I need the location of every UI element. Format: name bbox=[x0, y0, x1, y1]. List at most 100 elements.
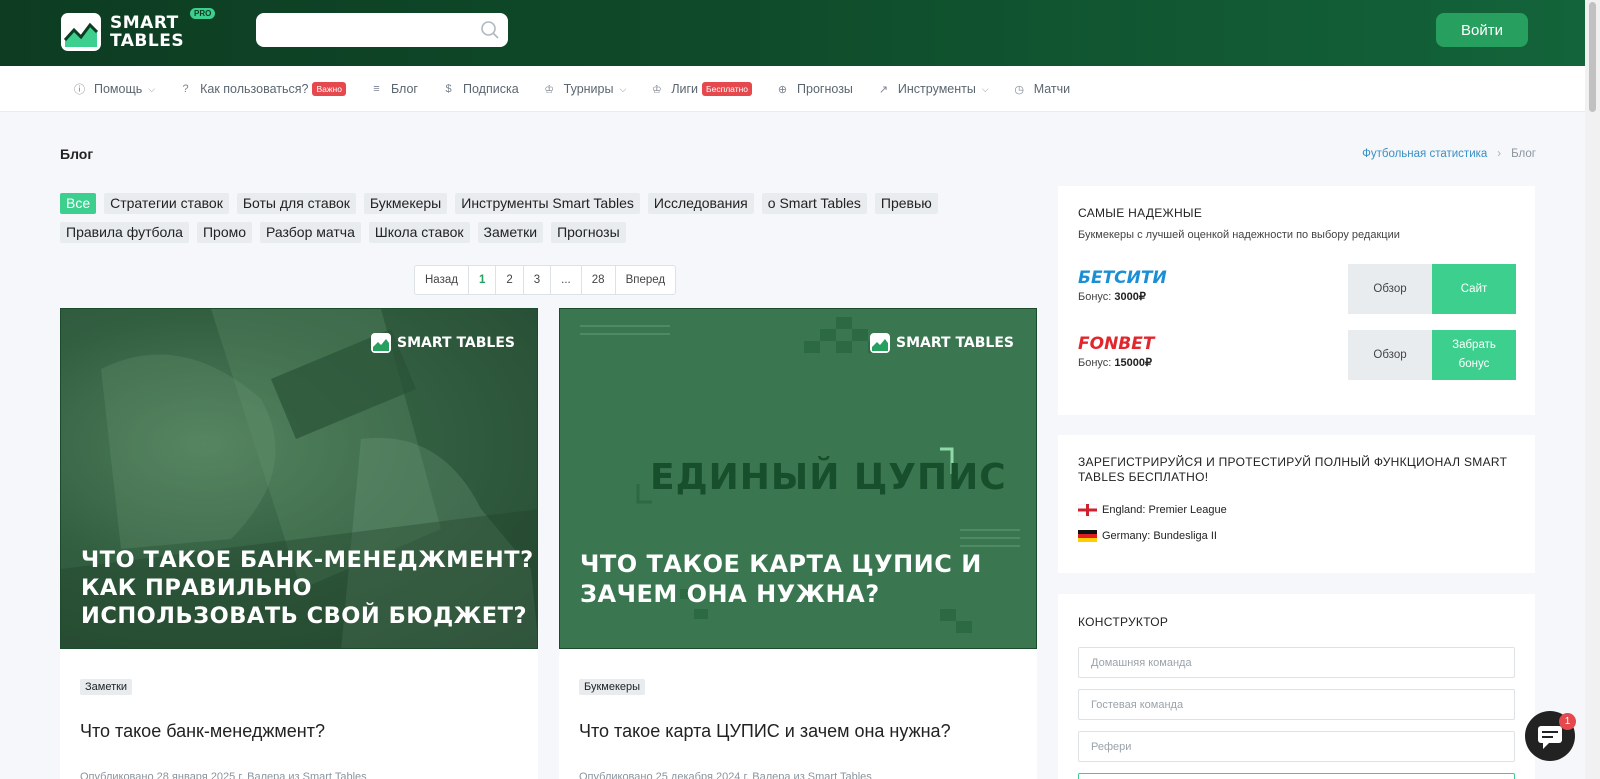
search-input[interactable] bbox=[256, 13, 508, 47]
chart-icon: ↗ bbox=[878, 83, 889, 96]
chevron-down-icon: ⌵ bbox=[148, 83, 156, 94]
nav-list: ⓘ Помощь ⌵? Как пользоваться? Важно ≡ Блог $ Под… bbox=[73, 66, 1094, 112]
site-button[interactable]: Сайт bbox=[1432, 264, 1516, 314]
widget-subtitle: Букмекеры с лучшей оценкой надежности по… bbox=[1078, 229, 1400, 241]
category-filter[interactable]: Заметки bbox=[477, 222, 544, 243]
image-brand: SMART TABLES bbox=[371, 333, 515, 353]
main-nav: ⓘ Помощь ⌵? Как пользоваться? Важно ≡ Блог $ Под… bbox=[0, 66, 1585, 112]
nav-item[interactable]: ≡ Блог bbox=[370, 82, 418, 96]
referee-field[interactable] bbox=[1078, 731, 1515, 762]
nav-item[interactable]: ⓘ Помощь ⌵ bbox=[73, 82, 155, 96]
nav-item[interactable]: ↗ Инструменты ⌵ bbox=[877, 82, 989, 96]
nav-item-label: Инструменты bbox=[897, 82, 976, 96]
list-icon: ≡ bbox=[373, 83, 380, 95]
breadcrumb-home-link[interactable]: Футбольная статистика bbox=[1362, 148, 1487, 160]
scrollbar-thumb[interactable] bbox=[1589, 2, 1596, 112]
logo-line1: SMART bbox=[110, 13, 179, 33]
pagination-page-3[interactable]: 3 bbox=[522, 266, 550, 294]
category-filter[interactable]: Прогнозы bbox=[551, 222, 626, 243]
chevron-down-icon: ⌵ bbox=[619, 83, 627, 94]
top-header: SMART TABLES PRO Войти bbox=[0, 0, 1585, 66]
blog-post-card[interactable]: SMART TABLES Что такое банк-менеджмент? … bbox=[60, 308, 538, 779]
nav-item[interactable]: ⊕ Прогнозы bbox=[776, 82, 853, 96]
nav-item[interactable]: ◷ Матчи bbox=[1013, 82, 1070, 96]
site-logo[interactable]: SMART TABLES PRO bbox=[60, 8, 220, 54]
post-cover-image[interactable]: SMART TABLES Что такое банк-менеджмент? … bbox=[60, 308, 538, 649]
nav-badge: Важно bbox=[312, 82, 346, 96]
betcity-logo[interactable]: БЕТСИТИ bbox=[1078, 268, 1167, 288]
category-filter[interactable]: Разбор матча bbox=[260, 222, 361, 243]
bookmaker-row: БЕТСИТИ Бонус: 3000₽ Обзор Сайт bbox=[1078, 264, 1516, 314]
login-button[interactable]: Войти bbox=[1436, 13, 1528, 47]
nav-item-label: Помощь bbox=[94, 82, 143, 96]
question-icon: ? bbox=[182, 83, 189, 95]
post-title[interactable]: Что такое карта ЦУПИС и зачем она нужна? bbox=[579, 721, 951, 742]
league-item[interactable]: Germany: Bundesliga II bbox=[1078, 530, 1217, 542]
logo-chart-icon bbox=[61, 13, 101, 51]
logo-line2: TABLES bbox=[110, 31, 185, 51]
category-filter[interactable]: Букмекеры bbox=[363, 193, 448, 214]
constructor-widget: КОНСТРУКТОР bbox=[1058, 594, 1535, 779]
widget-title: САМЫЕ НАДЕЖНЫЕ bbox=[1078, 206, 1203, 220]
pagination-prev[interactable]: Назад bbox=[415, 266, 468, 294]
nav-item[interactable]: ♔ Лиги Бесплатно bbox=[650, 82, 753, 96]
category-filters: Все Стратегии ставок Боты для ставок Букмек… bbox=[60, 193, 1020, 243]
nav-item-label: Как пользоваться? bbox=[200, 82, 309, 96]
nav-item-label: Блог bbox=[390, 82, 418, 96]
bookmaker-bonus: Бонус: 15000₽ bbox=[1078, 356, 1152, 369]
nav-item[interactable]: ? Как пользоваться? Важно bbox=[179, 82, 346, 96]
post-meta: Опубликовано 25 декабря 2024 г. Валера и… bbox=[579, 771, 872, 779]
clock-icon: ◷ bbox=[1014, 83, 1024, 96]
post-title[interactable]: Что такое банк-менеджмент? bbox=[80, 721, 325, 742]
image-title: Что такое карта ЦУПИС и зачем она нужна? bbox=[580, 550, 982, 608]
category-filter[interactable]: Все bbox=[60, 193, 97, 214]
chat-notification-badge: 1 bbox=[1559, 713, 1576, 730]
category-filter[interactable]: Боты для ставок bbox=[236, 193, 356, 214]
category-filter[interactable]: Превью bbox=[874, 193, 938, 214]
post-tag[interactable]: Букмекеры bbox=[579, 679, 646, 695]
nav-item[interactable]: ♔ Турниры ⌵ bbox=[543, 82, 627, 96]
league-item[interactable]: England: Premier League bbox=[1078, 504, 1227, 516]
nav-item-label: Лиги bbox=[671, 82, 699, 96]
home-team-field[interactable] bbox=[1078, 647, 1515, 678]
brand-chart-icon bbox=[870, 333, 891, 353]
page-scrollbar[interactable] bbox=[1585, 0, 1600, 779]
category-filter[interactable]: о Smart Tables bbox=[761, 193, 867, 214]
search-icon[interactable] bbox=[480, 20, 500, 40]
nav-item[interactable]: $ Подписка bbox=[442, 82, 518, 96]
blog-post-card[interactable]: SMART TABLES ЕДИНЫЙ ЦУПИС Что такое карт… bbox=[559, 308, 1037, 779]
get-bonus-button[interactable]: Забрать бонус bbox=[1432, 330, 1516, 380]
bonus-value: 15000₽ bbox=[1114, 357, 1152, 369]
post-cover-image[interactable]: SMART TABLES ЕДИНЫЙ ЦУПИС Что такое карт… bbox=[559, 308, 1037, 649]
widget-title: КОНСТРУКТОР bbox=[1078, 615, 1169, 629]
pagination-page-last[interactable]: 28 bbox=[580, 266, 615, 294]
reliable-bookmakers-widget: САМЫЕ НАДЕЖНЫЕ Букмекеры с лучшей оценко… bbox=[1058, 186, 1535, 415]
next-field-partial[interactable] bbox=[1078, 773, 1515, 779]
post-tag[interactable]: Заметки bbox=[80, 679, 133, 695]
breadcrumb-chevron-icon: › bbox=[1497, 148, 1502, 160]
review-button[interactable]: Обзор bbox=[1348, 330, 1432, 380]
nav-item-label: Прогнозы bbox=[797, 82, 853, 96]
bookmaker-bonus: Бонус: 3000₽ bbox=[1078, 290, 1146, 303]
pagination-page-2[interactable]: 2 bbox=[495, 266, 522, 294]
bonus-label: Бонус: bbox=[1078, 357, 1112, 369]
germany-flag-icon bbox=[1078, 530, 1097, 542]
category-filter[interactable]: Промо bbox=[196, 222, 253, 243]
pagination-next[interactable]: Вперед bbox=[614, 266, 676, 294]
image-brand-text: SMART TABLES bbox=[397, 335, 515, 351]
nav-item-label: Матчи bbox=[1033, 82, 1071, 96]
category-filter[interactable]: Школа ставок bbox=[368, 222, 470, 243]
category-filter[interactable]: Инструменты Smart Tables bbox=[455, 193, 640, 214]
fonbet-logo[interactable]: FONBET bbox=[1078, 334, 1154, 354]
category-filter[interactable]: Правила футбола bbox=[60, 222, 189, 243]
bonus-value: 3000₽ bbox=[1114, 291, 1146, 303]
review-button[interactable]: Обзор bbox=[1348, 264, 1432, 314]
category-filter[interactable]: Исследования bbox=[647, 193, 754, 214]
category-filter[interactable]: Стратегии ставок bbox=[104, 193, 229, 214]
pagination-page-1[interactable]: 1 bbox=[467, 266, 495, 294]
dollar-icon: $ bbox=[445, 83, 452, 95]
brand-chart-icon bbox=[371, 333, 392, 353]
league-name: Germany: Bundesliga II bbox=[1102, 530, 1217, 542]
bonus-label: Бонус: bbox=[1078, 291, 1112, 303]
away-team-field[interactable] bbox=[1078, 689, 1515, 720]
